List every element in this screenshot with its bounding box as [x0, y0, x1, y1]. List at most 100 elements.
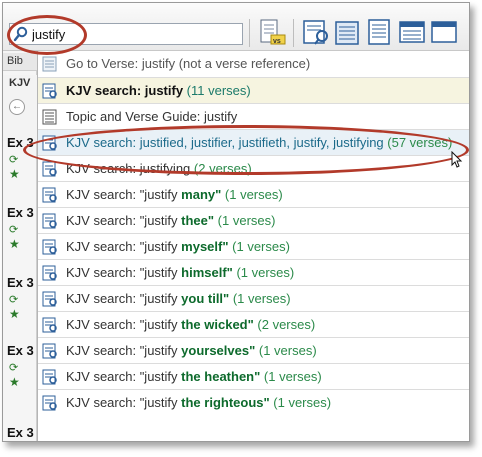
star-icon[interactable]: ★: [9, 307, 20, 321]
suggestion-text: KJV search: "justify: [66, 187, 182, 202]
suggestion-count: (2 verses): [190, 161, 252, 176]
search-box[interactable]: [9, 23, 243, 45]
suggestion-label: KJV search: "justify the righteous" (1 v…: [66, 395, 331, 410]
suggestion-phrase: myself: [181, 239, 223, 254]
search-icon[interactable]: [13, 26, 29, 42]
suggestion-label: KJV search: "justify the heathen" (1 ver…: [66, 369, 322, 384]
suggestion-phrase-search[interactable]: KJV search: "justify the heathen" (1 ver…: [38, 363, 469, 389]
left-tab[interactable]: Bib: [3, 53, 37, 71]
cross-reference-icon: ⟳: [9, 224, 19, 236]
suggestion-label: KJV search: "justify myself" (1 verses): [66, 239, 290, 254]
star-icon[interactable]: ★: [9, 167, 20, 181]
search-input[interactable]: [32, 26, 232, 42]
suggestion-count: (1 verses): [228, 239, 290, 254]
suggestion-text: KJV search: "justify: [66, 291, 182, 306]
verse-search-icon[interactable]: vs: [257, 17, 287, 47]
suggestion-phrase-search[interactable]: KJV search: "justify thee" (1 verses): [38, 207, 469, 233]
bible-search-icon: [42, 83, 58, 99]
suggestion-text: KJV search: "justify: [66, 369, 182, 384]
suggestion-text: KJV search: justifying: [66, 161, 191, 176]
document-icon[interactable]: [365, 17, 395, 47]
go-to-verse-icon: [42, 56, 58, 72]
suggestion-text: KJV search: "justify: [66, 239, 182, 254]
bible-search-icon: [42, 265, 58, 281]
suggestion-count: (1 verses): [221, 187, 283, 202]
toolbar-more-icon[interactable]: [429, 17, 459, 47]
star-icon[interactable]: ★: [9, 375, 20, 389]
suggestion-label: KJV search: "justify yourselves" (1 vers…: [66, 343, 317, 358]
topic-guide-icon: [42, 109, 58, 125]
suggestion-text: Go to Verse: justify (not a verse refere…: [66, 56, 311, 71]
bible-search-icon: [42, 369, 58, 385]
suggestion-phrase-search[interactable]: KJV search: "justify myself" (1 verses): [38, 233, 469, 259]
suggestion-count: (57 verses): [383, 135, 453, 150]
bible-search-icon: [42, 161, 58, 177]
suggestion-label: KJV search: justified, justifier, justif…: [66, 135, 452, 150]
left-entry[interactable]: Ex 3: [7, 205, 34, 220]
suggestion-text: Topic and Verse Guide: justify: [66, 109, 238, 124]
suggestion-text: KJV search: "justify: [66, 265, 182, 280]
suggestion-label: KJV search: justify (11 verses): [66, 83, 251, 98]
suggestion-count: (11 verses): [183, 83, 251, 98]
bible-search-icon: [42, 239, 58, 255]
left-entry[interactable]: Ex 3: [7, 425, 34, 440]
suggestion-topic-guide[interactable]: Topic and Verse Guide: justify: [38, 103, 469, 129]
suggestion-count: (1 verses): [232, 265, 295, 280]
back-arrow-icon[interactable]: ←: [9, 99, 25, 115]
suggestion-label: KJV search: "justify thee" (1 verses): [66, 213, 275, 228]
suggestion-text: KJV search: "justify: [66, 395, 182, 410]
suggestion-kjv-search-variants[interactable]: KJV search: justified, justifier, justif…: [38, 129, 469, 155]
toolbar-separator: [249, 19, 250, 47]
suggestion-label: Topic and Verse Guide: justify: [66, 109, 237, 124]
bible-search-icon: [42, 135, 58, 151]
bible-search-icon: [42, 213, 58, 229]
suggestion-count: (1 verses): [214, 213, 276, 228]
suggestion-phrase-search[interactable]: KJV search: "justify the righteous" (1 v…: [38, 389, 469, 415]
left-panel: Bib KJV ← Ex 3 ⟳ ★ Ex 3 ⟳ ★ Ex 3 ⟳ ★ Ex …: [3, 51, 37, 441]
bible-search-icon[interactable]: [333, 17, 363, 47]
mouse-cursor-icon: [451, 150, 463, 169]
suggestion-kjv-search[interactable]: KJV search: justify (11 verses): [38, 77, 469, 103]
bible-search-icon: [42, 343, 58, 359]
suggestion-count: (1 verses): [255, 343, 317, 358]
kjv-label: KJV: [9, 77, 31, 89]
cross-reference-icon: ⟳: [9, 362, 19, 374]
suggestion-phrase: thee: [181, 213, 208, 228]
parallel-icon[interactable]: [301, 17, 331, 47]
suggestion-phrase-search[interactable]: KJV search: "justify yourselves" (1 vers…: [38, 337, 469, 363]
suggestion-phrase-search[interactable]: KJV search: "justify many" (1 verses): [38, 181, 469, 207]
cross-reference-icon: ⟳: [9, 154, 19, 166]
suggestion-label: KJV search: "justify himself" (1 verses): [66, 265, 294, 280]
left-entry[interactable]: Ex 3: [7, 275, 34, 290]
suggestion-label: KJV search: "justify the wicked" (2 vers…: [66, 317, 315, 332]
cross-reference-icon: ⟳: [9, 294, 19, 306]
bible-search-icon: [42, 317, 58, 333]
suggestion-text: KJV search: justified, justifier, justif…: [66, 135, 384, 150]
toolbar: vs: [3, 3, 469, 51]
suggestion-label: KJV search: justifying (2 verses): [66, 161, 252, 176]
suggestion-count: (2 verses): [253, 317, 316, 332]
suggestion-count: (1 verses): [260, 369, 322, 384]
suggestion-phrase-search[interactable]: KJV search: "justify the wicked" (2 vers…: [38, 311, 469, 337]
suggestion-go-to-verse[interactable]: Go to Verse: justify (not a verse refere…: [38, 51, 469, 77]
left-entry[interactable]: Ex 3: [7, 135, 34, 150]
svg-text:vs: vs: [273, 38, 281, 45]
suggestion-phrase-search[interactable]: KJV search: "justify himself" (1 verses): [38, 259, 469, 285]
suggestion-count: (1 verses): [229, 291, 291, 306]
suggestion-phrase-search[interactable]: KJV search: "justify you till" (1 verses…: [38, 285, 469, 311]
suggestion-count: (1 verses): [269, 395, 332, 410]
suggestion-phrase: you till: [181, 291, 224, 306]
star-icon[interactable]: ★: [9, 237, 20, 251]
suggestion-phrase: yourselves: [181, 343, 250, 358]
bible-search-icon: [42, 395, 58, 411]
suggestion-phrase: many: [181, 187, 216, 202]
left-entry[interactable]: Ex 3: [7, 343, 34, 358]
search-suggestions-dropdown: Go to Verse: justify (not a verse refere…: [37, 51, 469, 441]
suggestion-phrase: the righteous: [181, 395, 264, 410]
suggestion-text: KJV search: "justify: [66, 343, 182, 358]
suggestion-text: KJV search: "justify: [66, 317, 182, 332]
suggestion-label: KJV search: "justify you till" (1 verses…: [66, 291, 291, 306]
window: vs Bib KJV ← Ex 3 ⟳ ★ Ex 3 ⟳ ★ Ex 3 ⟳ ★ …: [2, 2, 470, 442]
suggestion-kjv-search-justifying[interactable]: KJV search: justifying (2 verses): [38, 155, 469, 181]
layout-icon[interactable]: [397, 17, 427, 47]
